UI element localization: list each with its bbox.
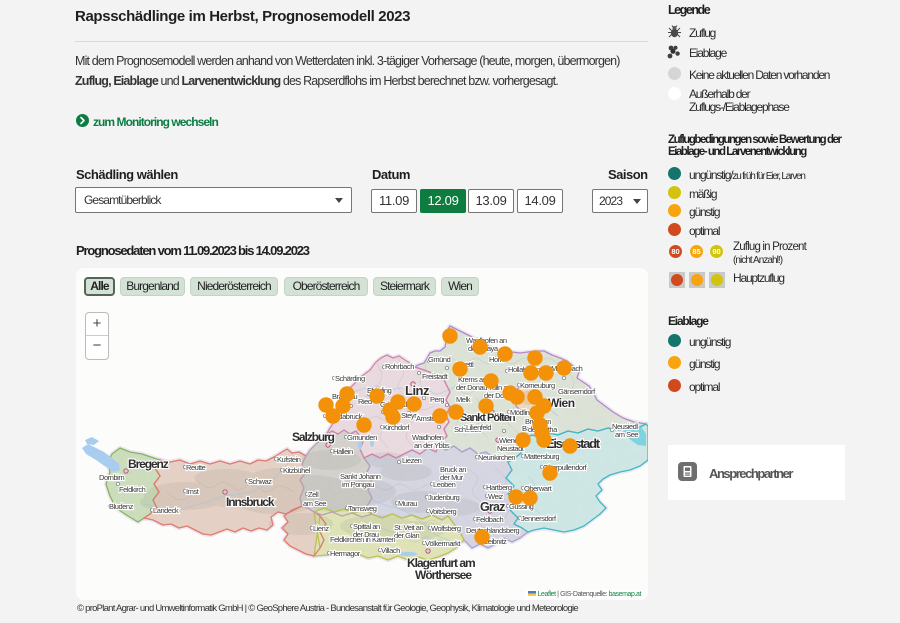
svg-text:Freistadt: Freistadt [422,372,448,381]
svg-text:Feldbach: Feldbach [476,515,504,524]
svg-text:Kitzbühel: Kitzbühel [283,466,311,475]
svg-text:Hallein: Hallein [333,447,353,456]
svg-text:Gmünd: Gmünd [428,355,451,364]
svg-text:am See: am See [303,499,326,508]
svg-text:Linz: Linz [405,383,430,398]
svg-text:Lienz: Lienz [313,524,329,533]
svg-text:Salzburg: Salzburg [292,430,335,444]
svg-text:Völkermarkt: Völkermarkt [425,539,461,548]
svg-text:Jennersdorf: Jennersdorf [521,514,557,523]
svg-text:Landeck: Landeck [153,506,179,515]
svg-text:Voitsberg: Voitsberg [429,507,456,516]
svg-text:Mattersburg: Mattersburg [524,452,559,461]
svg-text:der Donau: der Donau [456,383,487,392]
svg-text:Korneuburg: Korneuburg [520,381,555,390]
svg-text:Perg: Perg [430,395,444,404]
svg-text:Gmunden: Gmunden [347,433,377,442]
svg-text:Wörthersee: Wörthersee [415,568,472,582]
svg-text:Kufstein: Kufstein [277,455,301,464]
svg-text:Neunkirchen: Neunkirchen [478,453,515,462]
svg-text:Wien: Wien [548,396,575,410]
svg-text:der Glan: der Glan [394,531,419,540]
svg-text:Deutschlandsberg: Deutschlandsberg [466,526,520,535]
svg-text:Bludenz: Bludenz [109,502,134,511]
svg-text:Hermagor: Hermagor [330,549,361,558]
svg-text:Steyr: Steyr [401,411,417,420]
svg-text:Tamsweg: Tamsweg [348,504,377,513]
svg-text:Innsbruck: Innsbruck [226,495,275,509]
svg-text:an der Ybbs: an der Ybbs [414,441,450,450]
svg-text:Melk: Melk [456,395,471,404]
svg-text:Reutte: Reutte [186,463,206,472]
svg-text:Schärding: Schärding [335,374,365,383]
svg-text:am See: am See [615,430,638,439]
svg-text:Murau: Murau [398,499,417,508]
svg-text:der Drau: der Drau [353,530,379,539]
svg-text:Gänserndorf: Gänserndorf [558,387,596,396]
svg-text:Feldkirch: Feldkirch [119,485,146,494]
svg-text:Villach: Villach [381,546,400,555]
svg-text:Dornbirn: Dornbirn [99,473,124,482]
svg-text:Liezen: Liezen [402,456,422,465]
svg-text:Wolfsberg: Wolfsberg [431,524,461,533]
svg-text:Kirchdorf: Kirchdorf [383,423,410,432]
svg-text:der Mur: der Mur [440,473,464,482]
svg-text:Imst: Imst [186,487,200,496]
svg-text:Zell: Zell [308,490,319,499]
svg-text:Judenburg: Judenburg [428,493,460,502]
svg-text:Lilienfeld: Lilienfeld [466,423,491,432]
svg-text:Rohrbach: Rohrbach [385,362,414,371]
svg-text:Hartberg: Hartberg [486,483,512,492]
svg-text:im Pongau: im Pongau [342,480,374,489]
svg-text:Graz: Graz [480,500,505,514]
svg-text:Bregenz: Bregenz [128,457,169,471]
svg-text:Schwaz: Schwaz [248,477,272,486]
